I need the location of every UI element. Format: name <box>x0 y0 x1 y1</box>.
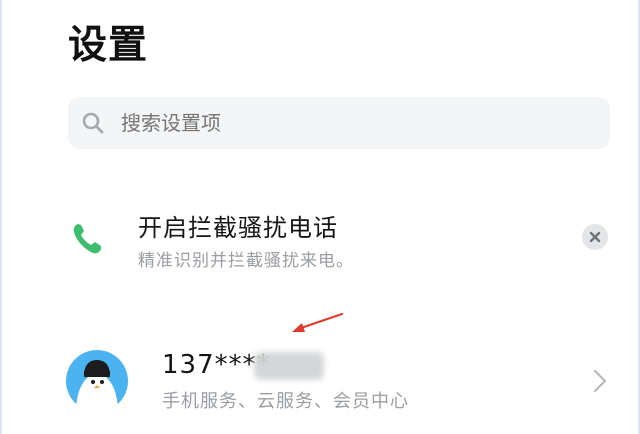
phone-icon <box>73 224 101 254</box>
page-title: 设置 <box>68 23 149 68</box>
suggestion-title: 开启拦截骚扰电话 <box>138 214 338 242</box>
search-input[interactable] <box>119 110 593 136</box>
chevron-right-icon <box>593 369 607 393</box>
redacted-digits <box>254 352 324 380</box>
suggestion-subtitle: 精准识别并拦截骚扰来电。 <box>138 251 354 271</box>
account-subtitle: 手机服务、云服务、会员中心 <box>162 391 409 412</box>
window-border-left <box>0 0 2 434</box>
close-button[interactable] <box>582 224 608 250</box>
close-icon <box>589 231 601 243</box>
search-icon <box>82 112 104 134</box>
annotation-arrow <box>292 312 344 332</box>
search-bar[interactable] <box>68 97 610 149</box>
penguin-avatar <box>66 350 128 412</box>
